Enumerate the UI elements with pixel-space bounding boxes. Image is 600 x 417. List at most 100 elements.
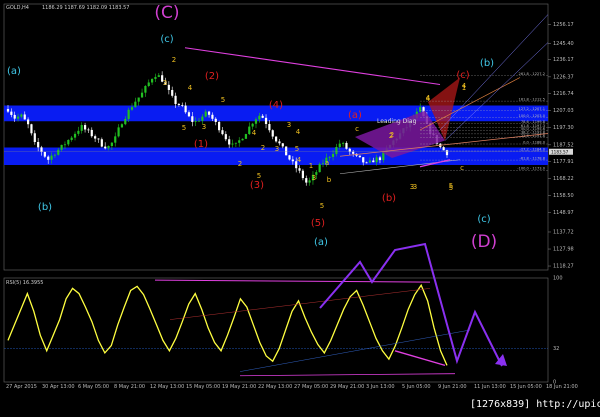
- candle-body: [104, 146, 107, 149]
- candle-body: [264, 117, 268, 125]
- candle-body: [291, 159, 294, 162]
- minor-wave-label: 4: [462, 82, 467, 90]
- candle-body: [94, 136, 97, 139]
- candle-body: [70, 137, 73, 140]
- candle-body: [60, 144, 63, 150]
- candle-body: [120, 124, 124, 128]
- rsi-y-tick-label: 100: [553, 276, 563, 282]
- trading-chart-window: Leading Diag 261.8 - 1227.2 161.8 - 1212.5…: [0, 0, 600, 413]
- candle-body: [83, 125, 87, 130]
- rsi-title: RSI(5) 16.3955: [6, 280, 43, 286]
- candle-body: [321, 163, 325, 165]
- x-tick-label: 15 Jun 05:00: [510, 384, 542, 390]
- minor-wave-label: a: [325, 159, 329, 167]
- wave-label: (3): [250, 180, 264, 191]
- minor-wave-label: 5: [449, 184, 453, 192]
- y-tick-label: 1245.40: [553, 41, 574, 47]
- y-tick-label: 1148.97: [553, 210, 574, 216]
- candle-body: [214, 118, 217, 122]
- fib-level-label: -61.8 - 1178.8: [520, 157, 546, 161]
- minor-wave-label: 2: [389, 132, 393, 140]
- candle-body: [87, 129, 90, 131]
- rsi-y-tick-label: 32: [553, 346, 559, 352]
- chart-canvas: Leading Diag 261.8 - 1227.2 161.8 - 1212.5…: [0, 0, 600, 413]
- minor-wave-label: 3: [163, 79, 167, 87]
- candle-body: [345, 142, 348, 149]
- candle-body: [224, 134, 227, 140]
- candle-body: [211, 114, 214, 119]
- y-tick-label: 1158.50: [553, 193, 574, 199]
- y-tick-label: 1187.52: [553, 142, 574, 148]
- candle-body: [134, 101, 137, 108]
- candle-body: [137, 97, 140, 102]
- minor-wave-label: 3: [312, 174, 316, 182]
- x-tick-label: 30 Apr 13:00: [42, 384, 75, 390]
- y-tick-label: 1137.72: [553, 229, 574, 235]
- candle-body: [33, 133, 36, 142]
- wave-label: (c): [456, 70, 469, 81]
- candle-body: [358, 155, 361, 158]
- candle-body: [271, 130, 274, 137]
- candle-body: [228, 139, 231, 145]
- candle-body: [154, 76, 157, 79]
- wave-label: (D): [471, 232, 497, 252]
- candle-body: [90, 129, 93, 137]
- candle-body: [140, 92, 144, 98]
- candle-body: [50, 155, 53, 160]
- y-tick-label: 1118.27: [553, 264, 574, 270]
- minor-wave-label: 5: [257, 172, 261, 180]
- candle-body: [318, 164, 321, 173]
- candle-body: [67, 139, 70, 145]
- candle-body: [241, 138, 244, 141]
- minor-wave-label: 5: [221, 96, 225, 104]
- candle-body: [184, 105, 187, 113]
- minor-wave-label: 1: [309, 162, 313, 170]
- candle-body: [244, 134, 248, 139]
- candle-body: [197, 120, 201, 122]
- candle-body: [174, 95, 177, 104]
- candle-body: [117, 127, 120, 137]
- minor-wave-label: 2: [238, 160, 242, 168]
- fib-level-label: 261.8 - 1227.2: [519, 72, 545, 76]
- minor-wave-label: 3: [202, 123, 206, 131]
- fib-level-label: -27.2 - 1184.0: [520, 147, 546, 151]
- candle-body: [221, 130, 224, 135]
- y-tick-label: 1236.17: [553, 57, 574, 63]
- wave-label: (2): [205, 71, 219, 82]
- wave-label: (c): [160, 34, 173, 45]
- y-tick-label: 1197.30: [553, 125, 574, 131]
- candle-body: [348, 148, 351, 152]
- candle-body: [378, 157, 382, 161]
- candle-body: [181, 104, 184, 106]
- candle-body: [124, 118, 127, 125]
- y-tick-label: 1207.03: [553, 108, 574, 114]
- minor-wave-label: 4: [296, 128, 301, 136]
- fib-level-label: 161.8 - 1212.5: [519, 98, 545, 102]
- minor-wave-label: b: [327, 176, 332, 184]
- candle-body: [53, 154, 57, 156]
- candle-body: [97, 138, 100, 140]
- candle-body: [372, 160, 375, 163]
- candle-body: [281, 143, 284, 147]
- candle-body: [57, 149, 60, 155]
- candle-body: [362, 157, 365, 163]
- candle-body: [419, 107, 422, 112]
- candle-body: [100, 139, 103, 147]
- last-price-text: 1183.57: [551, 149, 569, 154]
- x-tick-label: 22 May 13:00: [258, 384, 292, 390]
- y-tick-label: 1127.98: [553, 247, 574, 253]
- candle-body: [234, 142, 237, 144]
- candle-body: [37, 141, 40, 148]
- wave-label: (b): [382, 193, 396, 204]
- ohlc-readout: 1186.29 1187.69 1182.09 1183.57: [42, 5, 129, 11]
- candle-body: [144, 86, 147, 93]
- minor-wave-label: 2: [261, 144, 265, 152]
- minor-wave-label: 2: [172, 56, 176, 64]
- minor-wave-label: 4: [426, 94, 431, 102]
- minor-wave-label: 3: [287, 121, 291, 129]
- candle-body: [114, 136, 117, 143]
- minor-wave-label: c: [460, 164, 464, 172]
- candle-body: [238, 140, 241, 143]
- minor-wave-label: 3: [275, 145, 279, 153]
- candle-body: [80, 125, 83, 131]
